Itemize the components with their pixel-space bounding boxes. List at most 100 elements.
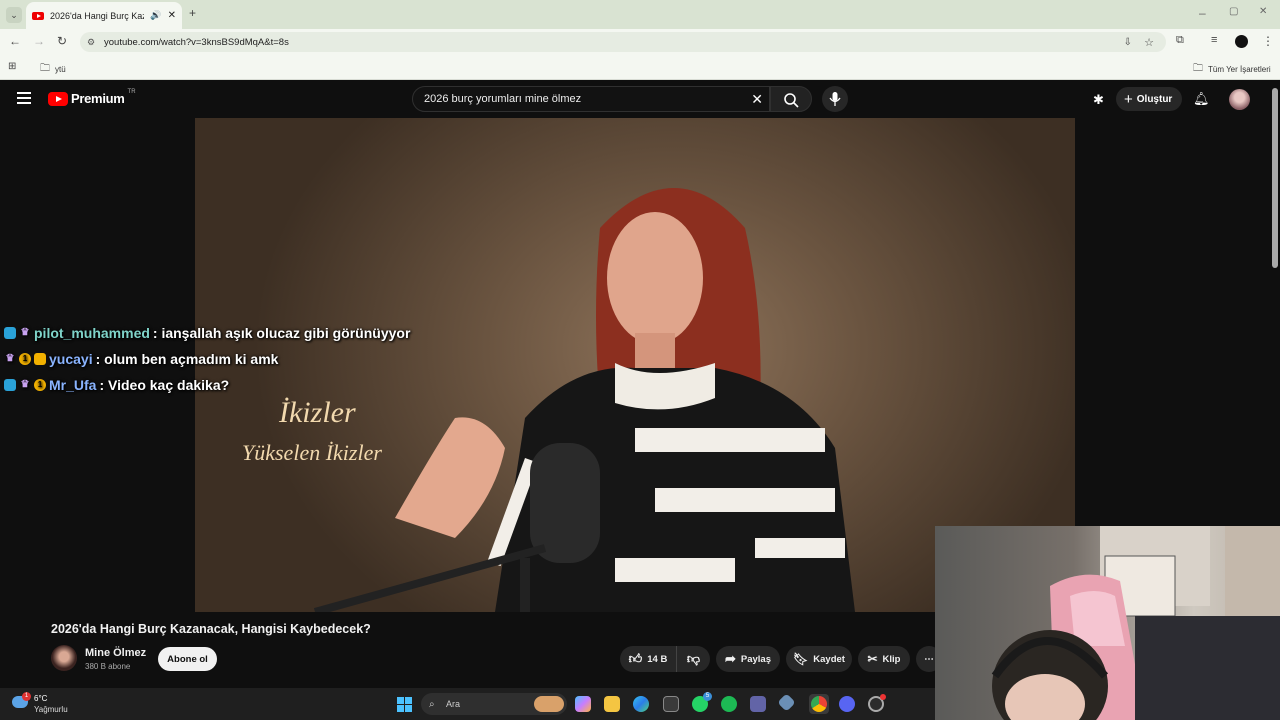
chat-message: ♛ 1 yucayi : olum ben açmadım ki amk [0,346,520,372]
clip-label: Klip [882,653,901,665]
new-tab-button[interactable]: + [189,7,196,19]
forward-icon[interactable]: → [33,35,45,47]
cube-badge-icon [4,379,16,391]
clip-button[interactable]: ✂ Klip [858,646,910,672]
folder-icon: 🗀 [40,63,50,74]
minimize-button[interactable]: – [1199,7,1206,19]
cube-badge-icon [4,327,16,339]
search-icon: ⌕ [429,698,435,710]
speaker-icon[interactable]: 🔊 [150,10,161,21]
weather-badge: 1 [22,692,31,701]
edge-icon[interactable] [633,696,649,712]
address-bar[interactable]: ⚙ youtube.com/watch?v=3knsBS9dMqA&t=8s ⇩… [80,32,1166,52]
browser-tab[interactable]: 2026'da Hangi Burç Kazana 🔊 ✕ [26,2,182,29]
store-icon[interactable] [663,696,679,712]
create-button[interactable]: + Oluştur [1116,87,1182,111]
taskbar-search-placeholder: Ara [446,699,461,709]
vip-badge-icon [34,353,46,365]
sub-badge-icon: 1 [19,353,31,365]
all-bookmarks[interactable]: 🗀 Tüm Yer İşaretleri [1193,61,1271,78]
webcam-overlay [935,526,1280,720]
all-bookmarks-label: Tüm Yer İşaretleri [1208,65,1271,74]
bookmark-icon: 🔖︎ [793,652,809,666]
thumbs-down-icon: 👎︎ [686,651,701,666]
microphone-icon [829,92,841,106]
chat-message: ♛ pilot_muhammed : ianşallah aşık olucaz… [0,320,520,346]
search-button[interactable] [770,86,812,112]
spotify-icon[interactable] [721,696,737,712]
sub-badge-icon: 1 [34,379,46,391]
tab-title: 2026'da Hangi Burç Kazana [50,10,144,21]
crown-badge-icon: ♛ [5,353,15,364]
more-dots-icon: ⋯ [924,653,934,665]
chat-text: : Video kaç dakika? [99,377,230,393]
share-button[interactable]: ➦ Paylaş [716,646,780,672]
zodiac-caption: İkizler [279,396,356,429]
like-button[interactable]: 👍︎ 14 B [620,646,676,672]
site-info-icon[interactable]: ⚙ [87,37,95,48]
voice-search-button[interactable] [822,86,848,112]
hamburger-menu-icon[interactable] [17,92,31,104]
youtube-play-icon [48,91,68,106]
logo-region: TR [127,88,136,95]
bookmarks-bar: ⊞ 🗀 ytü 🗀 Tüm Yer İşaretleri [0,55,1280,80]
like-count: 14 B [647,653,668,665]
share-arrow-icon: ➦ [724,651,736,666]
teams-icon[interactable] [750,696,766,712]
rising-sign-caption: Yükselen İkizler [242,440,382,465]
chat-username: Mr_Ufa [49,377,97,393]
back-icon[interactable]: ← [9,35,21,47]
thumbs-up-icon: 👍︎ [628,651,643,666]
extensions-icon[interactable]: ⧉ [1176,35,1184,46]
reload-icon[interactable]: ↻ [57,35,67,47]
search-input[interactable]: 2026 burç yorumları mine ölmez ✕ [412,86,770,112]
notifications-bell-icon[interactable]: 🔔︎ [1193,91,1210,107]
discord-icon[interactable] [839,696,855,712]
crown-badge-icon: ♛ [20,379,30,390]
chat-username: yucayi [49,351,93,367]
subscriber-count: 380 B abone [85,662,131,671]
webcam-frame [991,526,1280,720]
youtube-favicon [32,11,44,20]
logo-text: Premium [71,91,125,106]
account-avatar[interactable] [1229,89,1250,110]
copilot-icon[interactable] [575,696,591,712]
bookmark-folder[interactable]: 🗀 ytü [40,61,66,78]
dislike-button[interactable]: 👎︎ [676,646,710,672]
apps-grid-icon[interactable]: ⊞ [8,61,16,72]
chrome-icon[interactable] [811,696,827,712]
video-title: 2026'da Hangi Burç Kazanacak, Hangisi Ka… [51,622,371,636]
weather-desc: Yağmurlu [34,705,68,714]
chat-text: : olum ben açmadım ki amk [95,351,279,367]
bookmark-star-icon[interactable]: ☆ [1144,36,1154,49]
channel-avatar[interactable] [51,645,77,671]
plus-icon: + [1124,90,1133,108]
search-highlight-icon [534,696,564,712]
folder-icon: 🗀 [1193,63,1203,74]
install-icon[interactable]: ⇩ [1124,37,1132,48]
scissors-icon: ✂ [867,652,878,666]
subscribe-button[interactable]: Abone ol [158,647,217,671]
save-label: Kaydet [813,653,845,665]
windows-start-icon[interactable] [397,697,412,712]
clear-search-icon[interactable]: ✕ [751,91,763,108]
search-query-text: 2026 burç yorumları mine ölmez [424,93,582,105]
media-control-icon[interactable]: ≡ [1211,35,1217,46]
channel-name[interactable]: Mine Ölmez [85,647,146,659]
restore-button[interactable]: ▢ [1229,7,1238,17]
sparkle-icon[interactable]: ✱ [1093,92,1104,108]
tab-search-button[interactable]: ⌄ [6,7,22,23]
page-scrollbar[interactable] [1272,88,1278,268]
bookmark-folder-label: ytü [55,65,66,74]
app-badge [880,694,886,700]
search-icon [784,93,799,108]
profile-avatar[interactable] [1235,35,1248,48]
save-button[interactable]: 🔖︎ Kaydet [786,646,852,672]
browser-menu-icon[interactable]: ⋮ [1262,35,1274,47]
window-close-button[interactable]: ✕ [1259,7,1267,17]
youtube-logo[interactable]: Premium TR [48,88,136,106]
tab-close-icon[interactable]: ✕ [168,10,176,21]
taskbar-search[interactable]: ⌕ Ara [421,693,567,715]
url-text: youtube.com/watch?v=3knsBS9dMqA&t=8s [104,36,289,48]
file-explorer-icon[interactable] [604,696,620,712]
